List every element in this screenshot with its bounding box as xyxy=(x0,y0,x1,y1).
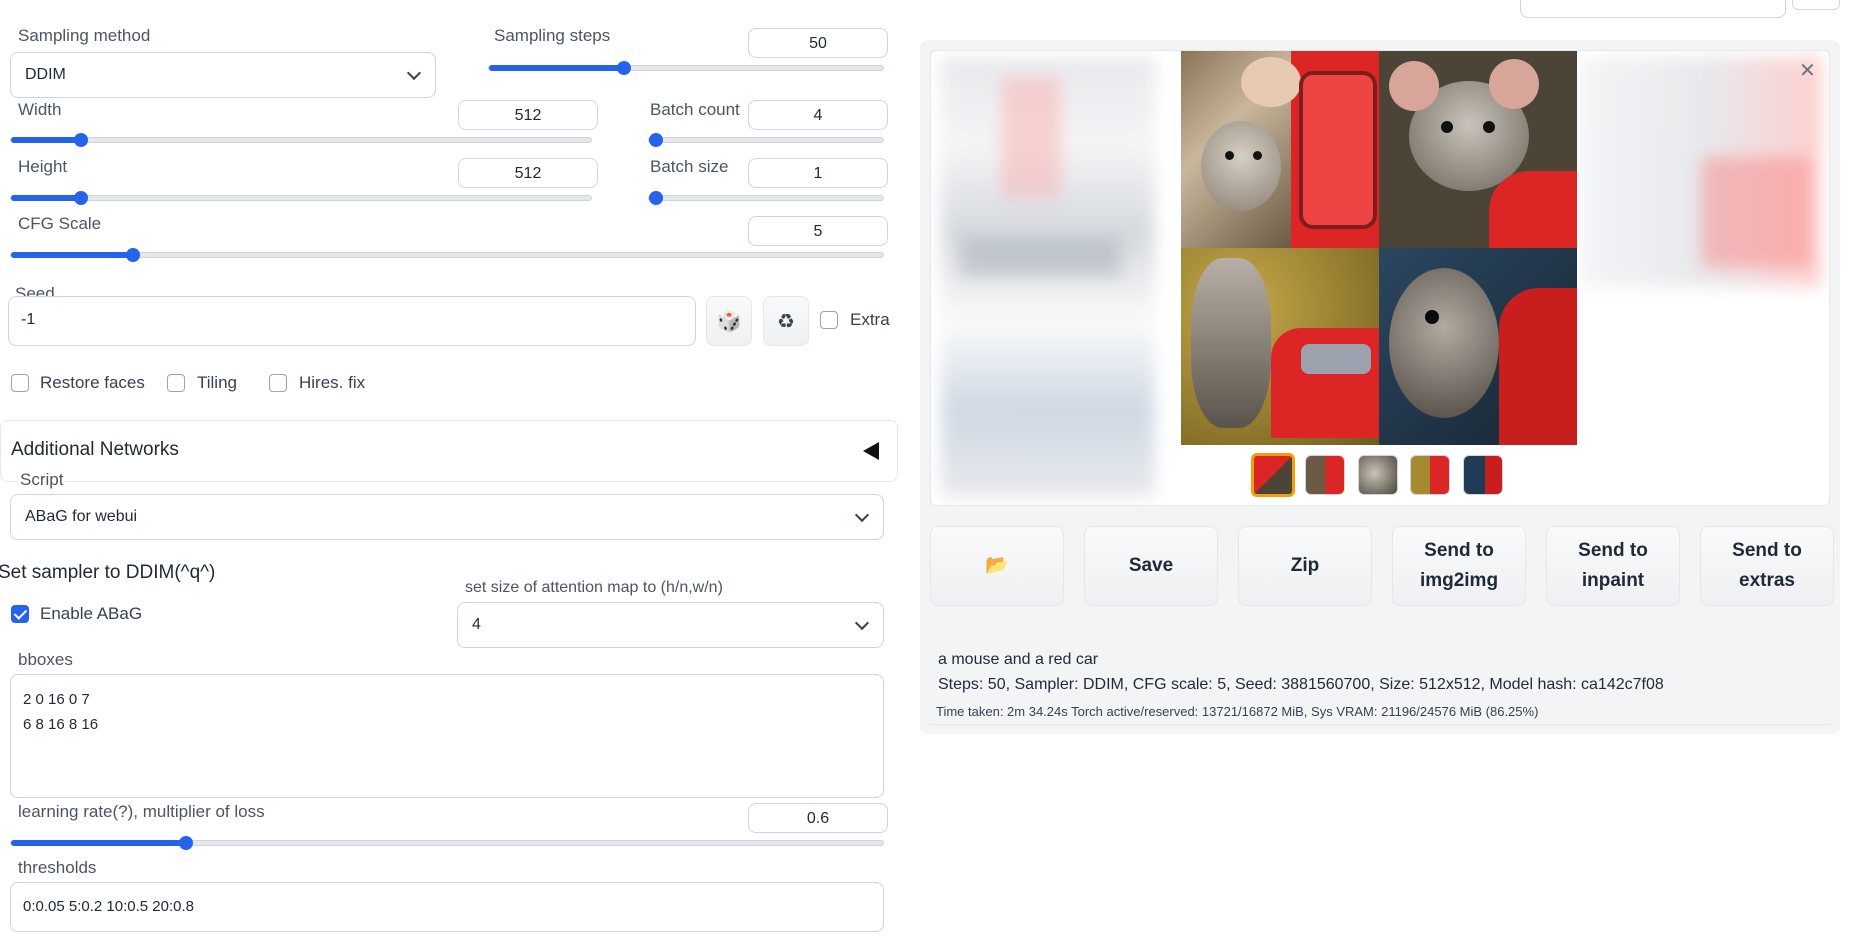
additional-networks-title: Additional Networks xyxy=(11,439,179,460)
hires-fix-checkbox[interactable] xyxy=(269,374,287,392)
blurred-preview-right xyxy=(1581,57,1821,287)
thresholds-label: thresholds xyxy=(18,858,97,877)
slider-fill xyxy=(11,195,81,201)
send-to-img2img-button[interactable]: Send to img2img xyxy=(1392,526,1526,606)
attention-map-label: set size of attention map to (h/n,w/n) xyxy=(465,579,723,596)
generated-image-4 xyxy=(1379,248,1577,445)
additional-networks-accordion[interactable]: Additional Networks xyxy=(0,420,898,482)
width-label: Width xyxy=(18,100,62,119)
dice-icon: 🎲 xyxy=(716,310,742,333)
width-input[interactable]: 512 xyxy=(458,100,598,130)
tiling-checkbox[interactable] xyxy=(167,374,185,392)
batch-size-label: Batch size xyxy=(650,157,729,176)
sampling-method-label: Sampling method xyxy=(18,26,151,45)
open-folder-button[interactable]: 📂 xyxy=(930,526,1064,606)
height-label: Height xyxy=(18,157,68,176)
height-slider[interactable] xyxy=(10,191,592,205)
generation-prompt: a mouse and a red car xyxy=(938,651,1099,668)
generated-image-1 xyxy=(1181,51,1379,248)
divider xyxy=(930,724,1830,725)
tiling-label: Tiling xyxy=(197,373,237,392)
thresholds-input[interactable]: 0:0.05 5:0.2 10:0.5 20:0.8 xyxy=(10,882,884,932)
chevron-down-icon xyxy=(854,507,870,523)
slider-fill xyxy=(11,252,133,258)
generated-image-2 xyxy=(1379,51,1577,248)
chevron-down-icon xyxy=(854,615,870,631)
slider-thumb[interactable] xyxy=(649,191,663,205)
thumbnail-grid[interactable] xyxy=(1251,453,1295,497)
script-dropdown[interactable]: ABaG for webui xyxy=(10,494,884,540)
enable-abag-checkbox[interactable] xyxy=(11,605,29,623)
seed-value: -1 xyxy=(21,311,36,328)
height-input[interactable]: 512 xyxy=(458,158,598,188)
batch-size-slider[interactable] xyxy=(648,191,884,205)
slider-fill xyxy=(11,137,81,143)
script-value: ABaG for webui xyxy=(25,508,138,525)
bboxes-label: bboxes xyxy=(18,650,73,669)
sampling-method-value: DDIM xyxy=(25,66,66,83)
sampling-method-dropdown[interactable]: DDIM xyxy=(10,52,436,98)
thumbnail-4[interactable] xyxy=(1463,455,1503,495)
slider-thumb[interactable] xyxy=(649,133,663,147)
folder-icon: 📂 xyxy=(985,555,1009,576)
seed-input[interactable]: -1 xyxy=(8,296,696,346)
chevron-down-icon xyxy=(406,65,422,81)
batch-count-input[interactable]: 4 xyxy=(748,100,888,130)
batch-count-slider[interactable] xyxy=(648,133,884,147)
cfg-scale-input[interactable]: 5 xyxy=(748,216,888,246)
slider-thumb[interactable] xyxy=(126,248,140,262)
random-seed-button[interactable]: 🎲 xyxy=(706,296,752,346)
slider-thumb[interactable] xyxy=(74,191,88,205)
collapse-triangle-icon xyxy=(863,442,879,460)
thumbnail-2[interactable] xyxy=(1358,455,1398,495)
slider-thumb[interactable] xyxy=(179,836,193,850)
extra-seed-label: Extra xyxy=(850,310,890,329)
cfg-scale-label: CFG Scale xyxy=(18,214,102,233)
thresholds-value: 0:0.05 5:0.2 10:0.5 20:0.8 xyxy=(23,898,194,915)
learning-rate-label: learning rate(?), multiplier of loss xyxy=(18,802,265,821)
slider-thumb[interactable] xyxy=(617,61,631,75)
cfg-scale-slider[interactable] xyxy=(10,248,884,262)
abag-heading: Set sampler to DDIM(^q^) xyxy=(0,562,216,583)
extra-seed-checkbox[interactable] xyxy=(820,311,838,329)
script-label: Script xyxy=(18,470,66,490)
sampling-steps-slider[interactable] xyxy=(488,61,884,75)
top-right-input[interactable] xyxy=(1520,0,1786,18)
generated-image-3 xyxy=(1181,248,1379,445)
enable-abag-label: Enable ABaG xyxy=(40,604,143,623)
sampling-steps-label: Sampling steps xyxy=(494,26,611,45)
slider-fill xyxy=(11,840,186,846)
attention-map-value: 4 xyxy=(472,616,481,633)
thumbnail-1[interactable] xyxy=(1305,455,1345,495)
generated-image-grid[interactable] xyxy=(1181,51,1577,445)
recycle-icon: ♻ xyxy=(777,310,795,333)
slider-fill xyxy=(489,65,624,71)
blurred-preview-left xyxy=(941,57,1155,497)
slider-thumb[interactable] xyxy=(74,133,88,147)
zip-button[interactable]: Zip xyxy=(1238,526,1372,606)
hires-fix-label: Hires. fix xyxy=(299,373,366,392)
batch-size-input[interactable]: 1 xyxy=(748,158,888,188)
restore-faces-label: Restore faces xyxy=(40,373,145,392)
generation-params: Steps: 50, Sampler: DDIM, CFG scale: 5, … xyxy=(938,676,1664,693)
width-slider[interactable] xyxy=(10,133,592,147)
send-to-extras-button[interactable]: Send to extras xyxy=(1700,526,1834,606)
reuse-seed-button[interactable]: ♻ xyxy=(763,296,809,346)
top-right-button[interactable] xyxy=(1792,0,1840,10)
thumbnail-3[interactable] xyxy=(1410,455,1450,495)
bboxes-textarea[interactable]: 2 0 16 0 7 6 8 16 8 16 xyxy=(10,674,884,798)
attention-map-dropdown[interactable]: 4 xyxy=(457,602,884,648)
learning-rate-input[interactable]: 0.6 xyxy=(748,803,888,833)
send-to-inpaint-button[interactable]: Send to inpaint xyxy=(1546,526,1680,606)
close-icon[interactable]: ✕ xyxy=(1799,61,1816,81)
sampling-steps-input[interactable]: 50 xyxy=(748,28,888,58)
generation-timing: Time taken: 2m 34.24s Torch active/reser… xyxy=(936,704,1539,719)
image-gallery: ✕ xyxy=(930,50,1830,506)
save-button[interactable]: Save xyxy=(1084,526,1218,606)
restore-faces-checkbox[interactable] xyxy=(11,374,29,392)
batch-count-label: Batch count xyxy=(650,100,740,119)
learning-rate-slider[interactable] xyxy=(10,836,884,850)
